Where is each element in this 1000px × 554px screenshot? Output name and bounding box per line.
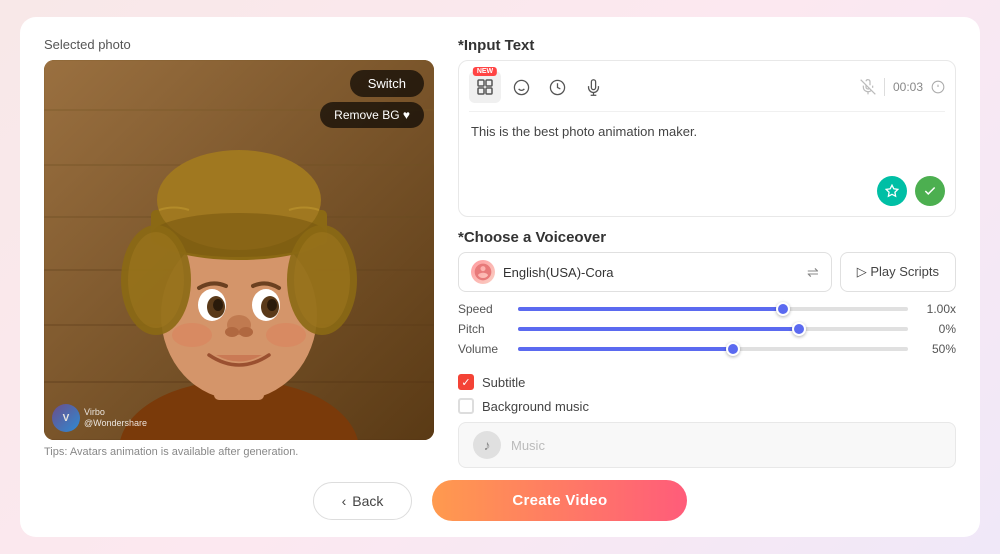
speed-value: 1.00x	[918, 302, 956, 316]
clock-icon-button[interactable]	[541, 71, 573, 103]
tips-text: Tips: Avatars animation is available aft…	[44, 446, 434, 458]
voiceover-section: *Choose a Voiceover English(USA)-Cora ⇌ …	[458, 229, 956, 362]
volume-label: Volume	[458, 342, 508, 356]
pitch-value: 0%	[918, 322, 956, 336]
input-text-title: *Input Text	[458, 37, 956, 54]
input-text-box: NEW	[458, 60, 956, 217]
volume-fill	[518, 347, 733, 351]
background-music-label: Background music	[482, 399, 589, 414]
input-text-body[interactable]: This is the best photo animation maker.	[469, 120, 945, 170]
timer-value: 00:03	[893, 80, 923, 94]
face-icon-button[interactable]	[505, 71, 537, 103]
volume-slider-row: Volume 50%	[458, 342, 956, 356]
switch-button[interactable]: Switch	[350, 70, 424, 97]
background-music-row: Background music	[458, 398, 956, 414]
toolbar-right: 00:03	[860, 78, 945, 96]
back-chevron-icon: ‹	[342, 493, 347, 509]
voiceover-title: *Choose a Voiceover	[458, 229, 956, 246]
pitch-thumb[interactable]	[792, 322, 806, 336]
main-container: Selected photo	[20, 17, 980, 537]
textarea-actions	[469, 176, 945, 206]
background-music-checkbox[interactable]	[458, 398, 474, 414]
info-icon	[931, 80, 945, 94]
toolbar-divider	[884, 78, 885, 96]
subtitle-label: Subtitle	[482, 375, 525, 390]
watermark: V Virbo@Wondershare	[52, 404, 147, 432]
options-section: Subtitle Background music ♪ Music	[458, 374, 956, 468]
equalizer-icon: ⇌	[807, 264, 819, 281]
play-scripts-button[interactable]: ▷ Play Scripts	[840, 252, 956, 292]
bottom-bar: ‹ Back Create Video	[44, 480, 956, 521]
content-area: Selected photo	[44, 37, 956, 468]
voice-name-label: English(USA)-Cora	[503, 265, 614, 280]
volume-off-icon	[860, 79, 876, 95]
virbo-watermark-text: Virbo@Wondershare	[84, 407, 147, 429]
new-badge: NEW	[473, 67, 497, 76]
volume-thumb[interactable]	[726, 342, 740, 356]
voice-select-button[interactable]: English(USA)-Cora ⇌	[458, 252, 832, 292]
volume-value: 50%	[918, 342, 956, 356]
music-placeholder: Music	[511, 438, 545, 453]
voiceover-selector: English(USA)-Cora ⇌ ▷ Play Scripts	[458, 252, 956, 292]
virbo-logo-icon: V	[52, 404, 80, 432]
subtitle-row: Subtitle	[458, 374, 956, 390]
speed-label: Speed	[458, 302, 508, 316]
speed-fill	[518, 307, 783, 311]
pitch-fill	[518, 327, 799, 331]
back-label: Back	[352, 493, 383, 509]
input-text-section: *Input Text NEW	[458, 37, 956, 217]
microphone-icon-button[interactable]	[577, 71, 609, 103]
pitch-slider-row: Pitch 0%	[458, 322, 956, 336]
remove-bg-button[interactable]: Remove BG ♥	[320, 102, 424, 128]
pitch-track[interactable]	[518, 327, 908, 331]
pitch-label: Pitch	[458, 322, 508, 336]
back-button[interactable]: ‹ Back	[313, 482, 413, 520]
volume-track[interactable]	[518, 347, 908, 351]
selected-photo-title: Selected photo	[44, 37, 434, 52]
music-input-area[interactable]: ♪ Music	[458, 422, 956, 468]
speed-track[interactable]	[518, 307, 908, 311]
speed-thumb[interactable]	[776, 302, 790, 316]
subtitle-checkbox[interactable]	[458, 374, 474, 390]
photo-container: Switch Remove BG ♥ V Virbo@Wondershare	[44, 60, 434, 440]
speed-slider-row: Speed 1.00x	[458, 302, 956, 316]
text-toolbar: NEW	[469, 71, 945, 112]
layout-icon-button[interactable]: NEW	[469, 71, 501, 103]
grammar-button[interactable]	[915, 176, 945, 206]
music-note-icon: ♪	[473, 431, 501, 459]
create-video-button[interactable]: Create Video	[432, 480, 687, 521]
voice-avatar	[471, 260, 495, 284]
right-panel: *Input Text NEW	[458, 37, 956, 468]
ai-button[interactable]	[877, 176, 907, 206]
sliders-container: Speed 1.00x Pitch	[458, 302, 956, 356]
left-panel: Selected photo	[44, 37, 434, 468]
